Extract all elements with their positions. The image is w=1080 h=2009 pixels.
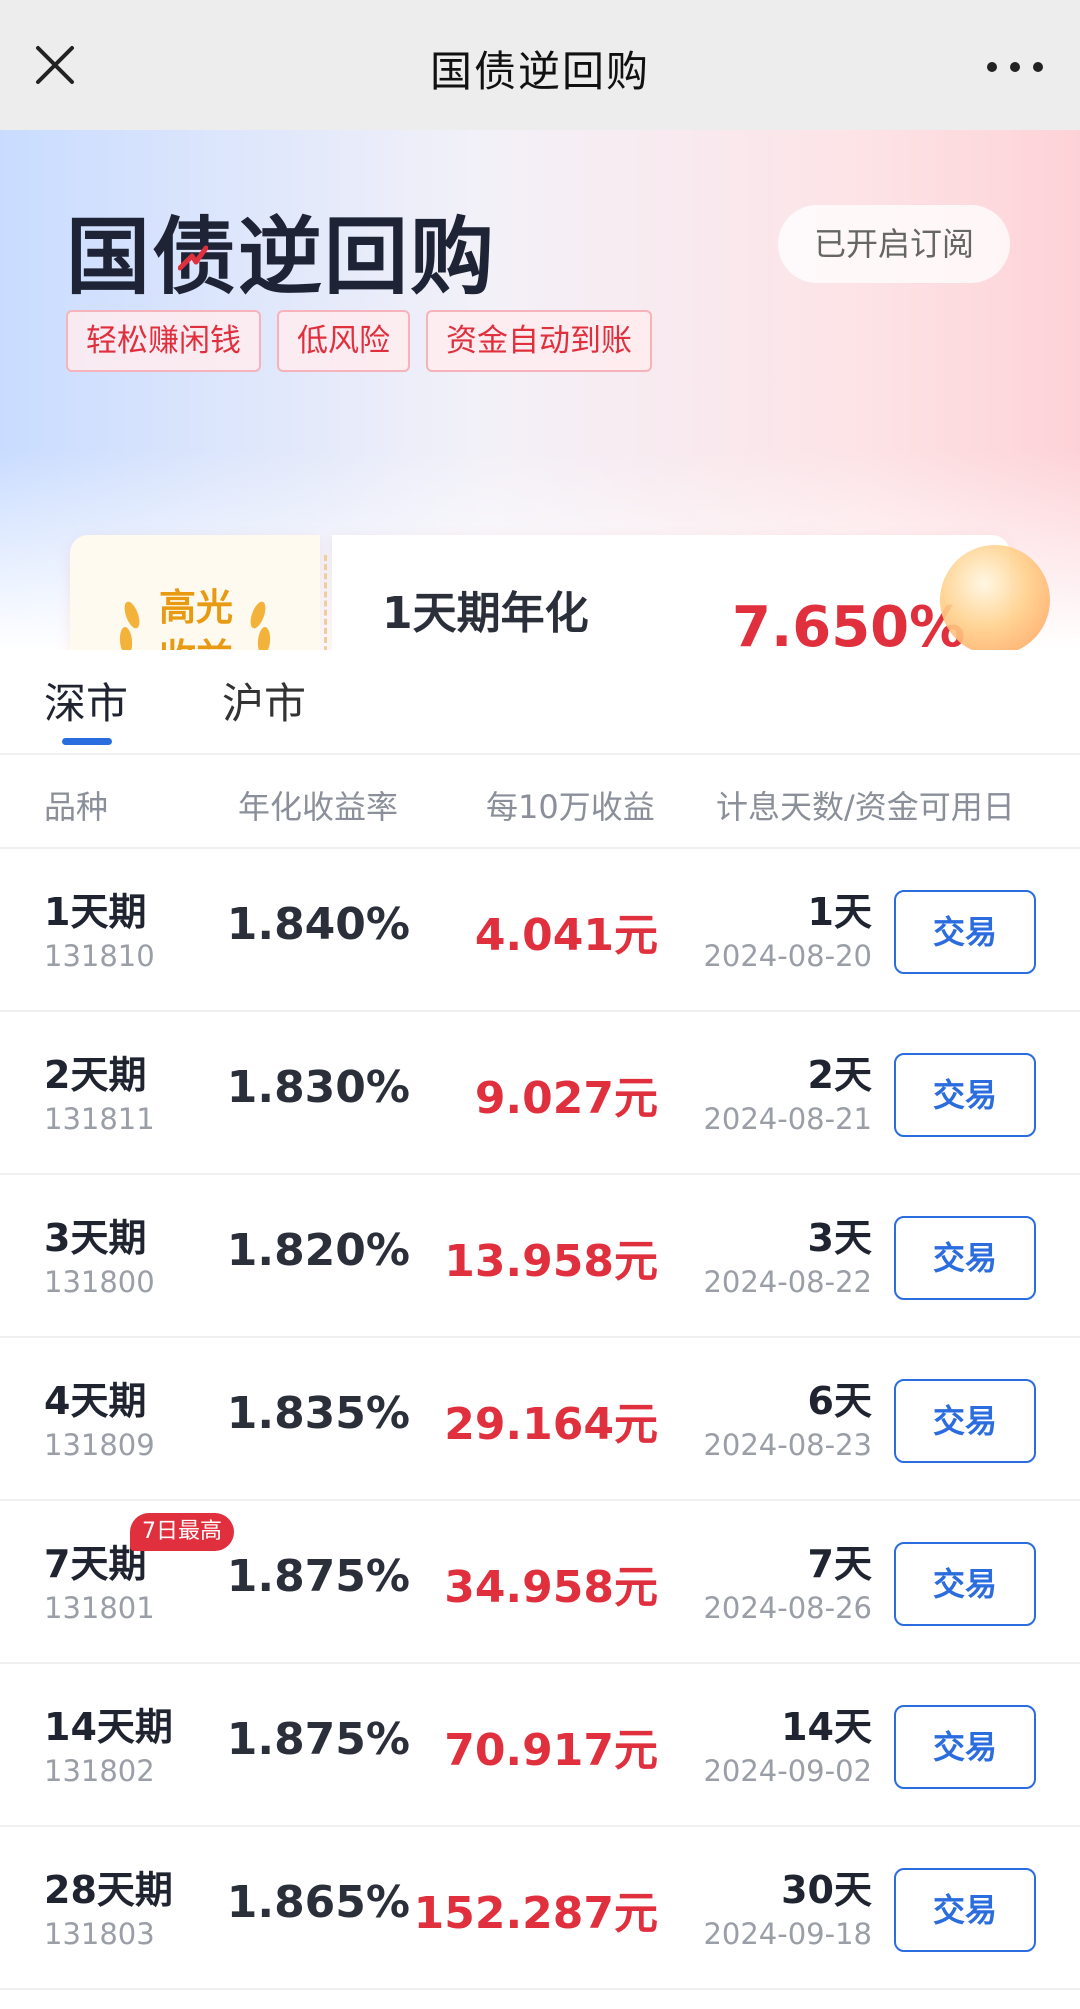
- trade-button[interactable]: 交易: [894, 1542, 1036, 1626]
- feature-tag: 资金自动到账: [426, 310, 652, 372]
- highlight-badge-line2: 收益: [146, 633, 246, 650]
- available-date: 2024-08-26: [703, 1591, 872, 1625]
- more-horizontal-icon[interactable]: [980, 42, 1050, 92]
- available-date: 2024-08-22: [703, 1265, 872, 1299]
- tab-shanghai[interactable]: 沪市: [222, 670, 306, 731]
- table-row: 7天期 7日最高 131801 1.875% 34.958元 7天 2024-0…: [0, 1501, 1080, 1664]
- coin-icon: [940, 545, 1050, 650]
- annual-rate: 1.820%: [226, 1225, 410, 1276]
- annual-rate: 1.875%: [226, 1551, 410, 1602]
- product-name: 4天期: [44, 1379, 147, 1423]
- available-date: 2024-09-18: [703, 1917, 872, 1951]
- interest-days: 1天: [807, 890, 872, 934]
- header-rate: 年化收益率: [238, 788, 399, 826]
- highlight-badge: 高光 收益: [146, 583, 246, 650]
- highlight-subtitle: 近一年最高收益: [382, 641, 606, 650]
- market-tabs: 深市 沪市: [0, 650, 1080, 755]
- tab-shenzhen[interactable]: 深市: [44, 670, 128, 731]
- highlight-badge-line1: 高光: [159, 586, 233, 629]
- income-per-100k: 4.041元: [474, 910, 658, 961]
- feature-tags: 轻松赚闲钱 低风险 资金自动到账: [66, 310, 652, 372]
- header-days: 计息天数/资金可用日: [716, 788, 1015, 826]
- interest-days: 6天: [807, 1379, 872, 1423]
- trade-button[interactable]: 交易: [894, 1705, 1036, 1789]
- income-per-100k: 70.917元: [444, 1725, 658, 1776]
- product-code: 131809: [44, 1428, 155, 1462]
- table-row: 1天期 131810 1.840% 4.041元 1天 2024-08-20 交…: [0, 849, 1080, 1012]
- tab-indicator: [62, 738, 112, 745]
- table-row: 2天期 131811 1.830% 9.027元 2天 2024-08-21 交…: [0, 1012, 1080, 1175]
- product-code: 131800: [44, 1265, 155, 1299]
- highlight-rate: 7.650%: [732, 595, 966, 650]
- income-per-100k: 9.027元: [474, 1073, 658, 1124]
- trade-button[interactable]: 交易: [894, 890, 1036, 974]
- table-header: 品种 年化收益率 每10万收益 计息天数/资金可用日: [0, 757, 1080, 849]
- nav-bar: 国债逆回购: [0, 0, 1080, 130]
- product-code: 131802: [44, 1754, 155, 1788]
- product-code: 131803: [44, 1917, 155, 1951]
- annual-rate: 1.835%: [226, 1388, 410, 1439]
- trade-button[interactable]: 交易: [894, 1379, 1036, 1463]
- interest-days: 3天: [807, 1216, 872, 1260]
- feature-tag: 轻松赚闲钱: [66, 310, 261, 372]
- table-row: 3天期 131800 1.820% 13.958元 3天 2024-08-22 …: [0, 1175, 1080, 1338]
- trade-button[interactable]: 交易: [894, 1868, 1036, 1952]
- product-name: 14天期: [44, 1705, 173, 1749]
- table-row: 4天期 131809 1.835% 29.164元 6天 2024-08-23 …: [0, 1338, 1080, 1501]
- product-code: 131801: [44, 1591, 155, 1625]
- interest-days: 2天: [807, 1053, 872, 1097]
- product-name: 2天期: [44, 1053, 147, 1097]
- income-per-100k: 34.958元: [444, 1562, 658, 1613]
- available-date: 2024-08-23: [703, 1428, 872, 1462]
- feature-tag: 低风险: [277, 310, 410, 372]
- income-per-100k: 13.958元: [444, 1236, 658, 1287]
- income-per-100k: 29.164元: [444, 1399, 658, 1450]
- product-code: 131811: [44, 1102, 155, 1136]
- header-product: 品种: [44, 788, 109, 826]
- dashed-divider: [324, 555, 327, 650]
- available-date: 2024-08-21: [703, 1102, 872, 1136]
- trade-button[interactable]: 交易: [894, 1053, 1036, 1137]
- product-code: 131810: [44, 939, 155, 973]
- interest-days: 14天: [781, 1705, 872, 1749]
- highlight-card: 高光 收益 1天期年化 近一年最高收益 7.650%: [70, 405, 1050, 650]
- trade-button[interactable]: 交易: [894, 1216, 1036, 1300]
- table-row: 28天期 131803 1.865% 152.287元 30天 2024-09-…: [0, 1827, 1080, 1990]
- interest-days: 7天: [807, 1542, 872, 1586]
- brand-title: 国债逆回购: [66, 208, 497, 306]
- annual-rate: 1.865%: [226, 1877, 410, 1928]
- hero-banner: 国债逆回购 已开启订阅 轻松赚闲钱 低风险 资金自动到账 高光 收益: [0, 130, 1080, 650]
- page-title: 国债逆回购: [429, 47, 650, 96]
- product-name: 1天期: [44, 890, 147, 934]
- header-income: 每10万收益: [486, 788, 655, 826]
- highlight-label: 1天期年化: [382, 588, 589, 639]
- product-name: 28天期: [44, 1868, 173, 1912]
- table-row: 14天期 131802 1.875% 70.917元 14天 2024-09-0…: [0, 1664, 1080, 1827]
- annual-rate: 1.830%: [226, 1062, 410, 1113]
- product-name: 3天期: [44, 1216, 147, 1260]
- best-7day-badge: 7日最高: [130, 1513, 234, 1551]
- available-date: 2024-08-20: [703, 939, 872, 973]
- rising-arrow-icon: [178, 245, 208, 271]
- available-date: 2024-09-02: [703, 1754, 872, 1788]
- annual-rate: 1.875%: [226, 1714, 410, 1765]
- income-per-100k: 152.287元: [413, 1888, 658, 1939]
- annual-rate: 1.840%: [226, 899, 410, 950]
- subscribe-button[interactable]: 已开启订阅: [777, 205, 1010, 283]
- interest-days: 30天: [781, 1868, 872, 1912]
